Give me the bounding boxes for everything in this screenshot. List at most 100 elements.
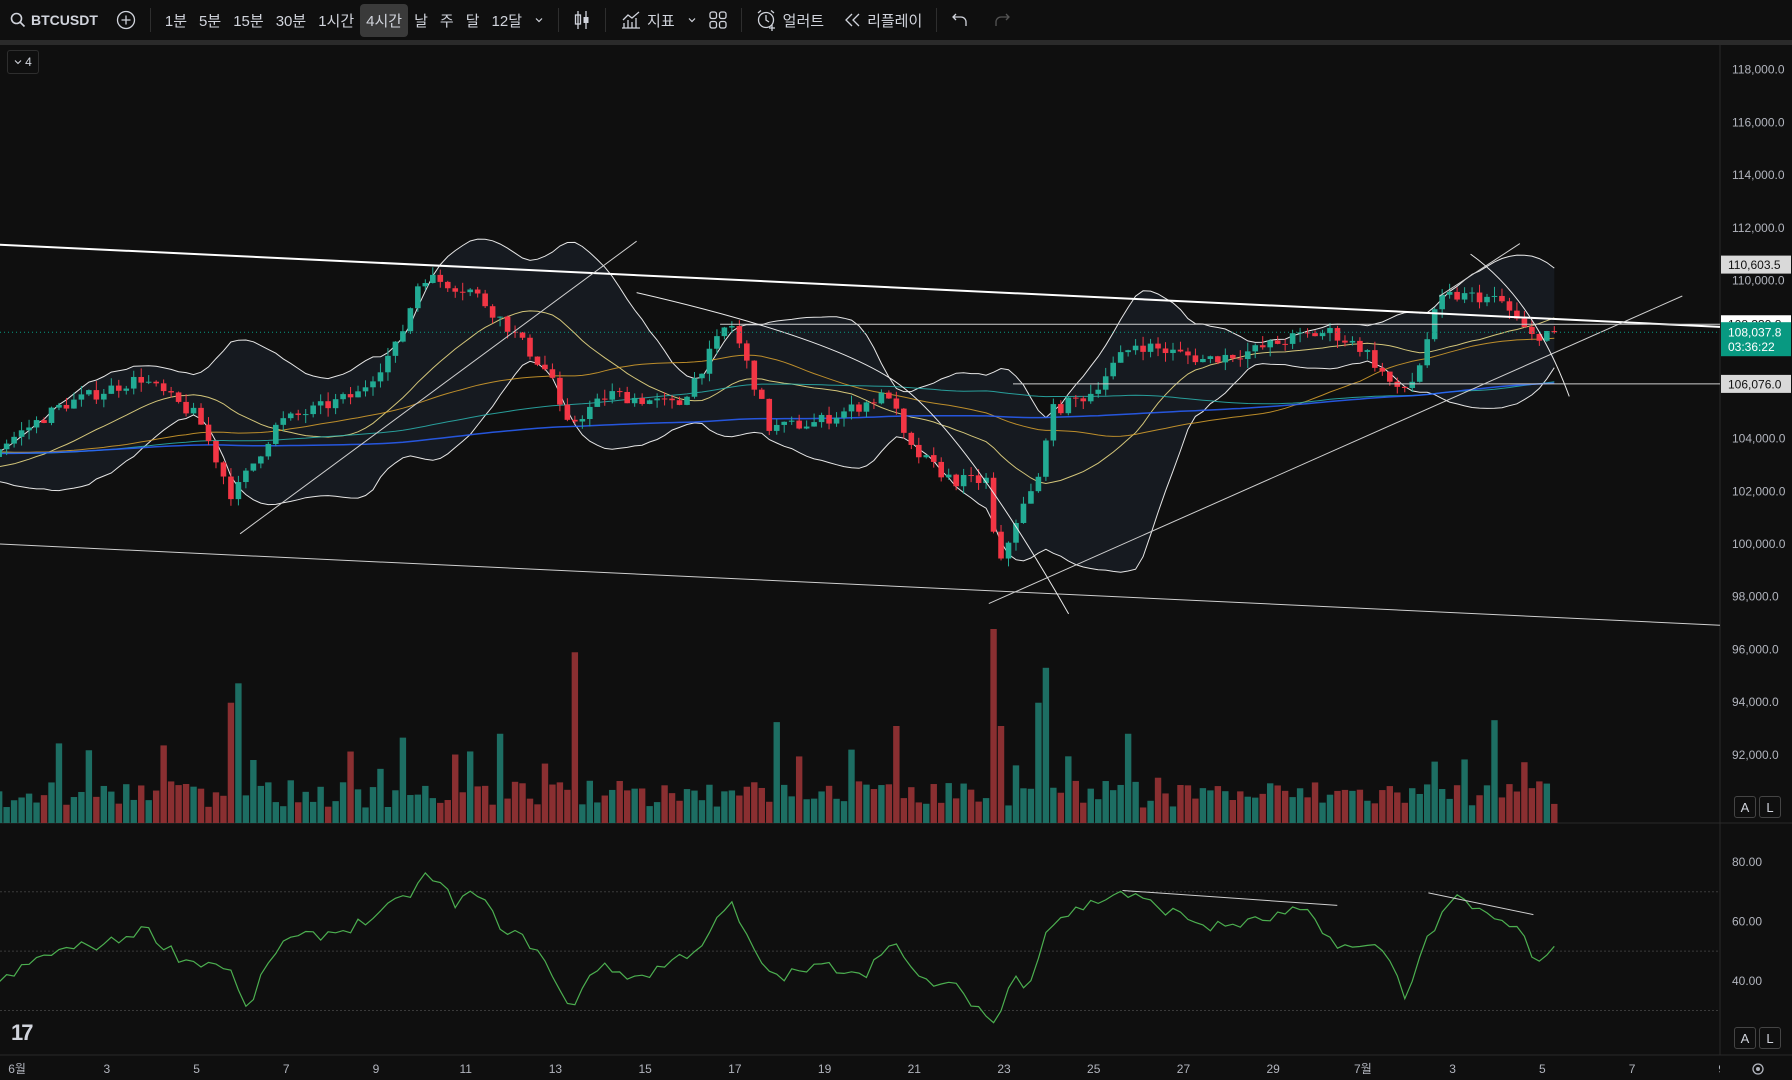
volume-bar (93, 796, 100, 823)
candle (400, 324, 406, 343)
candle-body (1289, 333, 1296, 344)
volume-bar (579, 804, 586, 823)
candle-body (811, 422, 817, 427)
volume-bar (1319, 802, 1326, 823)
candle-body (1102, 376, 1109, 390)
candle (175, 391, 182, 404)
volume-bar (235, 683, 242, 823)
rsi-tick-label: 80.00 (1732, 855, 1762, 869)
volume-bar (459, 792, 466, 823)
candle-body (265, 443, 272, 457)
candle-body (714, 336, 720, 349)
price-tick-label: 110,000.0 (1732, 274, 1785, 288)
undo-button[interactable] (945, 6, 975, 34)
time-tick-label: 19 (818, 1062, 832, 1076)
volume-bar (526, 798, 534, 823)
candle-body (863, 402, 870, 412)
volume-bar (825, 785, 833, 823)
candle-body (1147, 343, 1154, 352)
candle-body (631, 397, 638, 404)
volume-bar (212, 792, 220, 823)
symbol-search-button[interactable]: BTCUSDT (4, 6, 104, 34)
time-tick-label: 27 (1177, 1062, 1191, 1076)
auto-scale-button[interactable]: A (1734, 796, 1756, 818)
volume-bar (25, 793, 33, 823)
volume-bar (205, 806, 212, 823)
time-tick-label: 13 (549, 1062, 563, 1076)
candle-body (527, 337, 533, 357)
price-tick-label: 102,000.0 (1732, 484, 1786, 498)
rsi-log-scale-button[interactable]: L (1759, 1027, 1781, 1049)
candle-body (1454, 291, 1460, 300)
candle-body (250, 463, 257, 471)
volume-bar (863, 784, 870, 823)
volume-bar (167, 781, 175, 823)
chevron-down-icon (535, 18, 543, 23)
volume-bar (661, 785, 668, 823)
chart-type-button[interactable] (567, 4, 597, 36)
candle-body (205, 424, 212, 441)
interval-5분[interactable]: 5분 (193, 4, 227, 37)
volume-bar (272, 802, 279, 823)
volume-bar (78, 791, 85, 823)
candle-body (646, 400, 653, 404)
indicators-dropdown[interactable] (681, 9, 703, 31)
interval-15분[interactable]: 15분 (227, 4, 270, 37)
interval-12달[interactable]: 12달 (486, 4, 529, 37)
candle-body (1469, 292, 1475, 294)
candle-body (706, 348, 713, 374)
log-scale-button[interactable]: L (1759, 796, 1781, 818)
volume-bar (646, 806, 653, 823)
indicators-button[interactable]: 지표 (614, 4, 681, 37)
candle-body (108, 385, 115, 394)
candle-body (400, 331, 406, 342)
rsi-auto-scale-button[interactable]: A (1734, 1027, 1756, 1049)
candle-body (430, 274, 436, 283)
candle-body (123, 388, 130, 391)
redo-button[interactable] (987, 6, 1017, 34)
volume-bar (1237, 791, 1244, 823)
candle-body (1446, 291, 1453, 295)
candle-body (1334, 328, 1341, 341)
compare-symbol-button[interactable] (110, 4, 142, 36)
interval-주[interactable]: 주 (434, 4, 460, 37)
candle-body (1461, 293, 1468, 300)
volume-bar (474, 786, 481, 823)
candle-body (48, 407, 55, 423)
volume-bar (280, 806, 287, 823)
top-toolbar: BTCUSDT 1분 5분 15분 30분 1시간 4시간 날 주 달 12달 지표 얼러트 리플… (0, 0, 1792, 40)
volume-bar (115, 803, 122, 823)
candle-body (415, 286, 421, 309)
price-chart[interactable]: 80.00 60.00 40.00 118,000.0 116,000.0 114,00… (0, 45, 1792, 1080)
candle-body (0, 449, 2, 457)
interval-dropdown-button[interactable] (528, 9, 550, 31)
volume-bar (848, 749, 855, 823)
candle-body (18, 430, 25, 437)
candle-body (33, 420, 40, 428)
chevron-down-icon (688, 18, 696, 23)
candle-body (1095, 389, 1102, 394)
candle-body (968, 475, 974, 477)
layouts-button[interactable] (703, 5, 733, 35)
pane-collapse-button[interactable]: 4 (7, 50, 39, 74)
candle-body (1162, 348, 1169, 354)
volume-bar (429, 798, 437, 823)
volume-bar (623, 790, 631, 823)
gear-center (1756, 1067, 1760, 1071)
volume-bar (332, 801, 339, 823)
candle-body (729, 326, 735, 328)
interval-달[interactable]: 달 (460, 4, 486, 37)
price-tick-label: 94,000.0 (1732, 695, 1779, 709)
interval-1분[interactable]: 1분 (159, 4, 193, 37)
rsi-pane: 80.00 60.00 40.00 (0, 855, 1762, 1024)
interval-1시간[interactable]: 1시간 (312, 4, 360, 37)
candle (721, 326, 728, 340)
interval-30분[interactable]: 30분 (270, 4, 313, 37)
interval-날[interactable]: 날 (408, 4, 434, 37)
interval-4시간[interactable]: 4시간 (360, 3, 409, 37)
replay-button[interactable]: 리플레이 (838, 4, 928, 37)
candle-body (243, 470, 249, 483)
alert-button[interactable]: 얼러트 (750, 3, 830, 37)
volume-bar (220, 795, 227, 823)
volume-bar (1311, 782, 1319, 823)
